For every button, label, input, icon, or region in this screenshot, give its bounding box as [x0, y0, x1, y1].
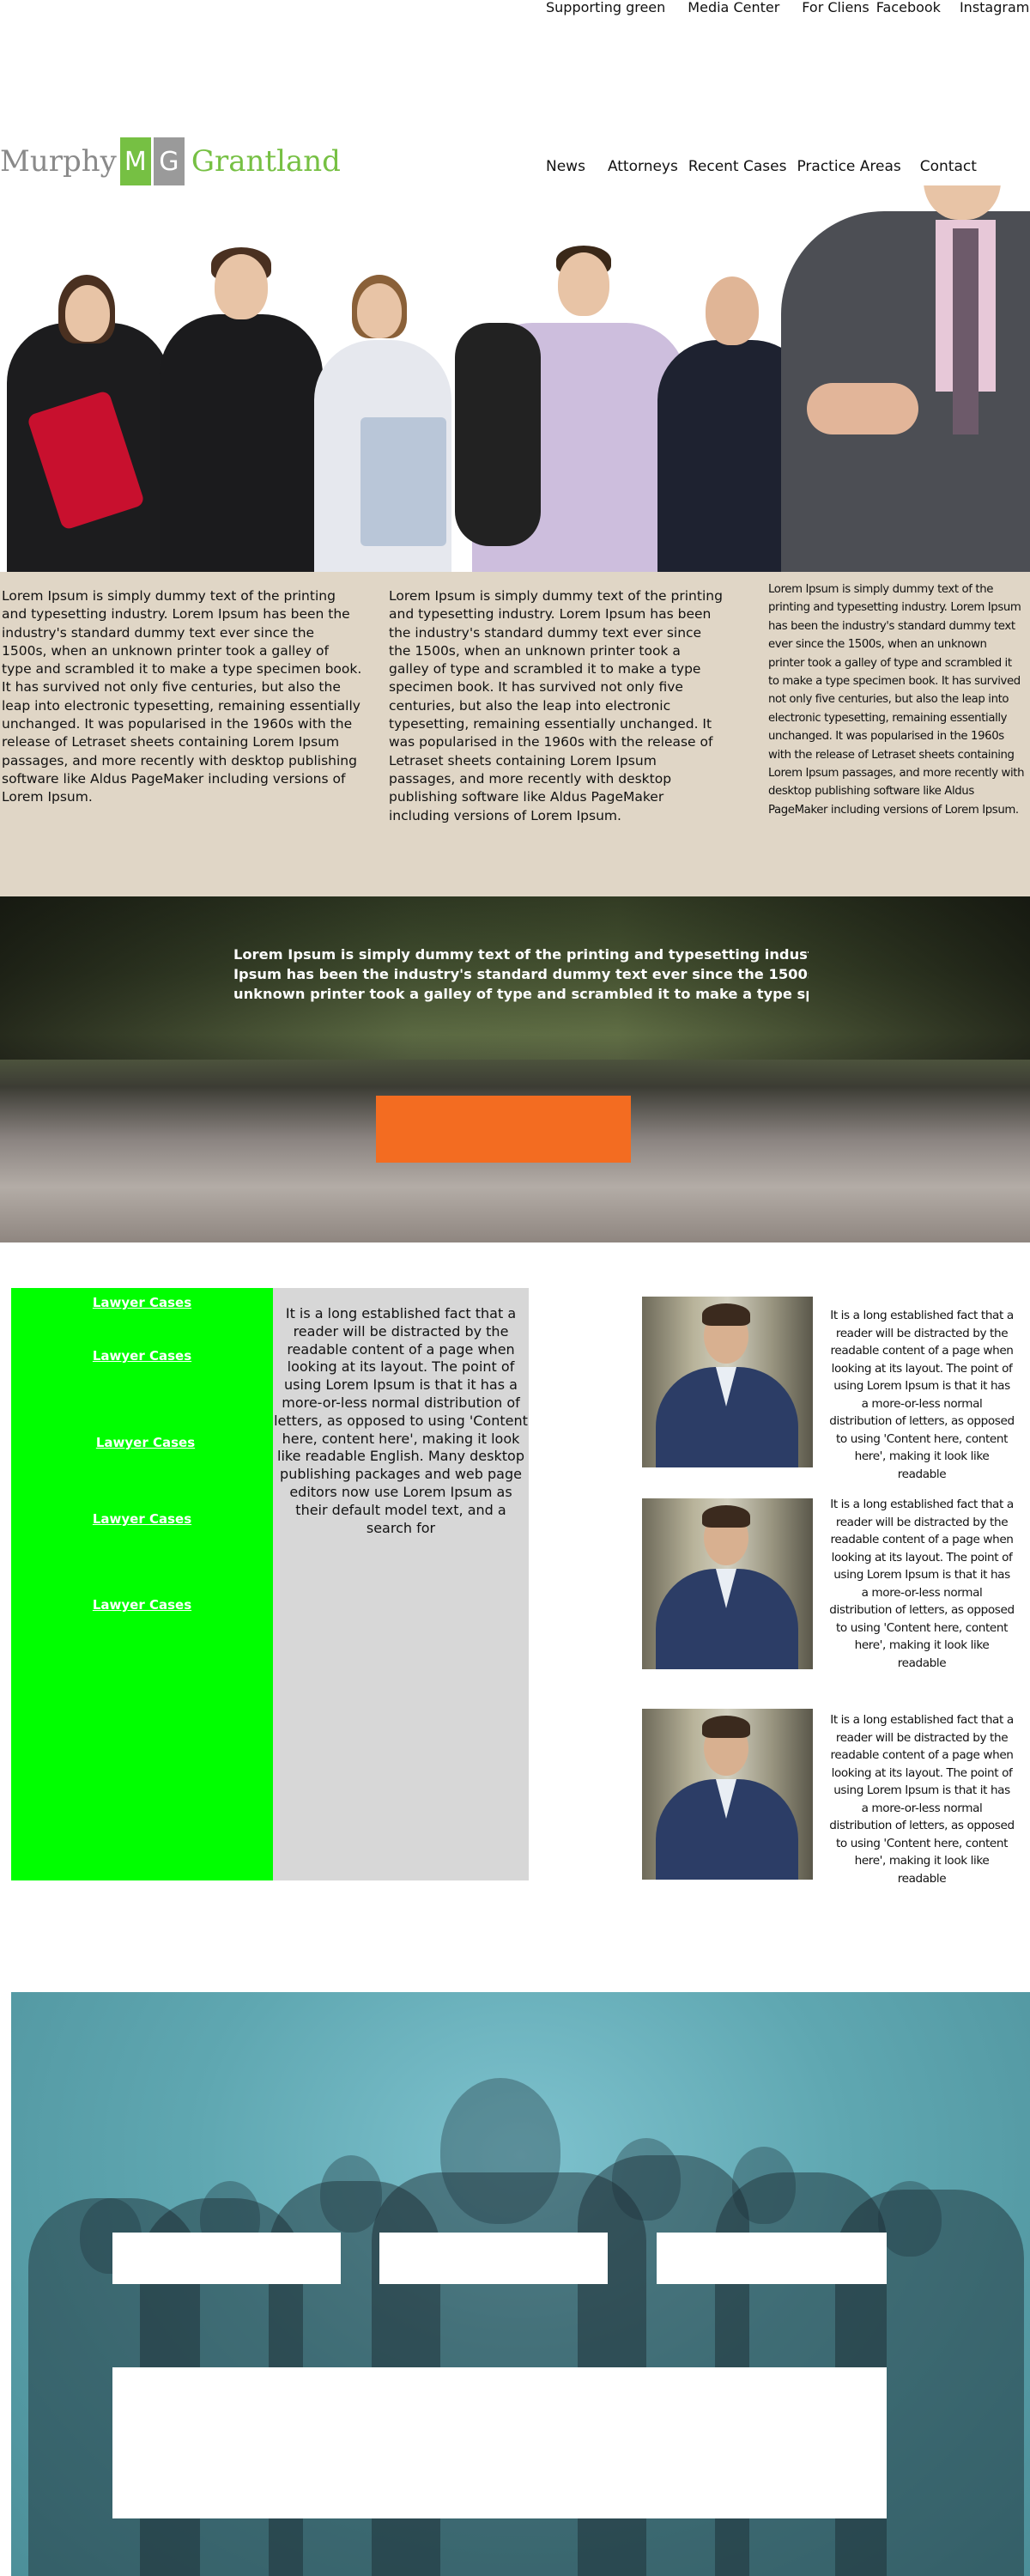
- lawyer-cases-link[interactable]: Lawyer Cases: [11, 1348, 273, 1364]
- top-nav-media-center[interactable]: Media Center: [688, 0, 779, 17]
- attorney-photo[interactable]: [642, 1498, 813, 1669]
- nav-news[interactable]: News: [546, 158, 585, 175]
- banner-cta-button[interactable]: [376, 1096, 631, 1163]
- contact-message-field[interactable]: [112, 2367, 887, 2518]
- cases-description-panel: It is a long established fact that a rea…: [273, 1288, 529, 1880]
- hero-person: [154, 246, 326, 572]
- banner-text-line: Lorem Ipsum is simply dummy text of the …: [233, 946, 809, 963]
- team-silhouette: [878, 2181, 942, 2257]
- nav-practice-areas[interactable]: Practice Areas: [797, 158, 900, 175]
- attorney-bio: It is a long established fact that a rea…: [829, 1713, 1015, 1886]
- hero-person: [0, 263, 172, 572]
- contact-phone-field[interactable]: [657, 2233, 887, 2284]
- attorney-photo[interactable]: [642, 1709, 813, 1880]
- team-silhouette: [732, 2147, 796, 2224]
- intro-column-3: Lorem Ipsum is simply dummy text of the …: [768, 583, 1025, 817]
- banner-text-line: Ipsum has been the industry's standard d…: [233, 966, 809, 982]
- contact-name-field[interactable]: [112, 2233, 341, 2284]
- team-silhouette: [612, 2138, 681, 2221]
- top-nav-instagram[interactable]: Instagram: [960, 0, 1029, 17]
- top-nav-supporting-green[interactable]: Supporting green: [546, 0, 665, 17]
- lawyer-cases-link[interactable]: Lawyer Cases: [11, 1597, 273, 1613]
- banner-text: Lorem Ipsum is simply dummy text of the …: [233, 945, 809, 1004]
- logo-word-grantland: Grantland: [191, 144, 341, 179]
- intro-column-1: Lorem Ipsum is simply dummy text of the …: [2, 588, 362, 805]
- lawyer-cases-panel: Lawyer Cases Lawyer Cases Lawyer Cases L…: [11, 1288, 273, 1880]
- promo-banner: Lorem Ipsum is simply dummy text of the …: [0, 896, 1030, 1242]
- contact-email-field[interactable]: [379, 2233, 608, 2284]
- attorney-bio: It is a long established fact that a rea…: [829, 1309, 1015, 1481]
- logo-word-murphy: Murphy: [0, 144, 117, 179]
- hero-team-photo: [0, 185, 1030, 572]
- cases-description: It is a long established fact that a rea…: [274, 1305, 528, 1536]
- top-nav-facebook[interactable]: Facebook: [876, 0, 941, 17]
- lawyer-cases-link[interactable]: Lawyer Cases: [11, 1511, 273, 1527]
- team-silhouette: [440, 2078, 560, 2224]
- lawyer-cases-link[interactable]: Lawyer Cases: [11, 1295, 273, 1310]
- lawyer-cases-link[interactable]: Lawyer Cases: [15, 1435, 276, 1450]
- logo-letter-g: G: [153, 137, 185, 185]
- nav-attorneys[interactable]: Attorneys: [608, 158, 678, 175]
- main-nav: News Attorneys Recent Cases Practice Are…: [546, 158, 977, 175]
- hero-person: [755, 185, 1030, 572]
- banner-text-line: unknown printer took a galley of type an…: [233, 986, 809, 1002]
- site-logo[interactable]: Murphy M G Grantland: [0, 137, 341, 185]
- nav-recent-cases[interactable]: Recent Cases: [688, 158, 787, 175]
- intro-text-band: Lorem Ipsum is simply dummy text of the …: [0, 572, 1030, 896]
- team-silhouette: [320, 2155, 382, 2233]
- top-nav-for-clients[interactable]: For Cliens: [802, 0, 869, 17]
- logo-letter-m: M: [119, 137, 151, 185]
- hero-person: [309, 271, 455, 572]
- top-utility-nav: Supporting green Media Center For Cliens…: [546, 0, 1029, 17]
- intro-column-2: Lorem Ipsum is simply dummy text of the …: [389, 588, 723, 823]
- attorney-bio: It is a long established fact that a rea…: [829, 1498, 1015, 1670]
- logo-mark: M G: [119, 137, 185, 185]
- team-contact-section: [11, 1992, 1030, 2576]
- attorney-photo[interactable]: [642, 1297, 813, 1467]
- nav-contact[interactable]: Contact: [920, 158, 977, 175]
